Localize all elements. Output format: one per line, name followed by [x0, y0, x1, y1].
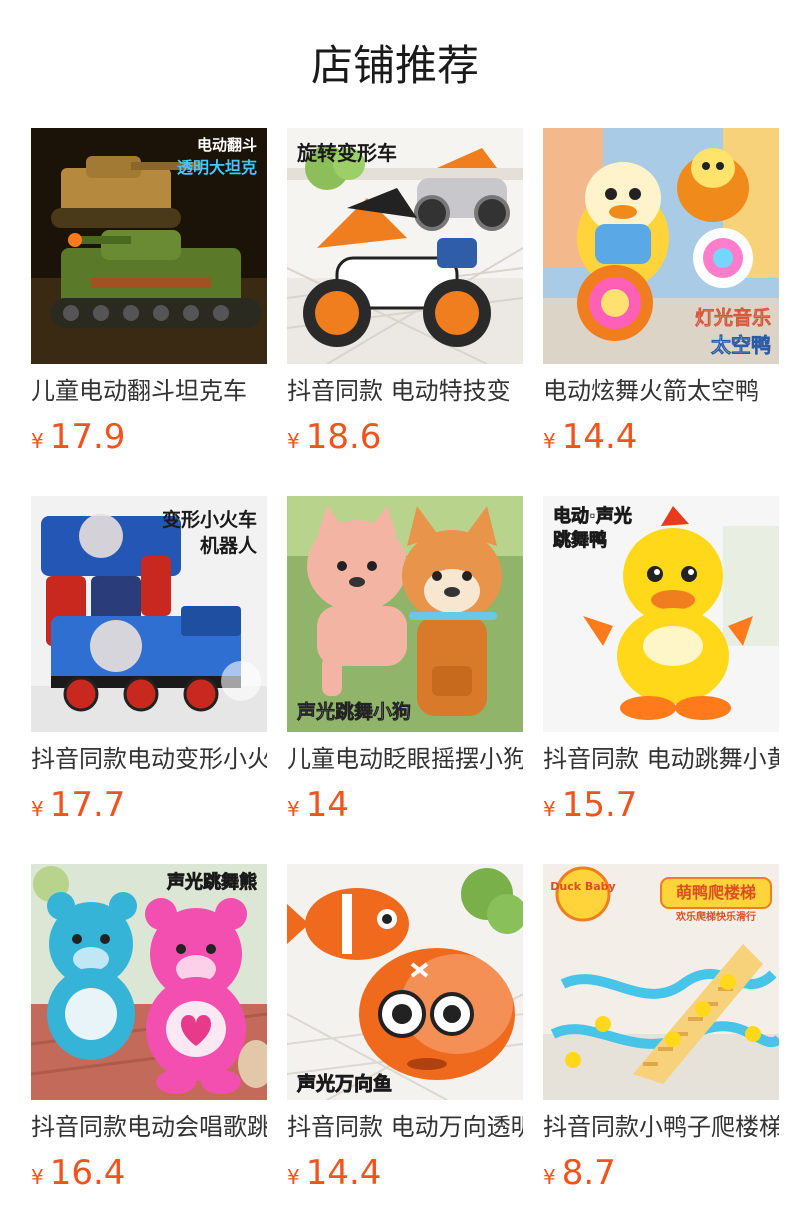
product-price: ¥18.6 — [287, 414, 523, 460]
product-price: ¥8.7 — [543, 1150, 779, 1196]
price-amount: 18.6 — [305, 417, 382, 457]
product-title[interactable]: 电动炫舞火箭太空鸭 — [543, 374, 779, 408]
product-price: ¥17.9 — [31, 414, 267, 460]
tank-toy-image[interactable]: 电动翻斗 透明大坦克 — [31, 128, 267, 364]
currency-symbol: ¥ — [287, 797, 300, 821]
dancing-duck-toy-image[interactable]: 电动·声光 跳舞鸭 — [543, 496, 779, 732]
price-amount: 8.7 — [561, 1153, 616, 1193]
fish-image-caption: 声光万向鱼 — [296, 1072, 392, 1095]
train-robot-toy-image[interactable]: 变形小火车 机器人 — [31, 496, 267, 732]
product-grid: 电动翻斗 透明大坦克 儿童电动翻斗坦克车 ¥17.9 旋转变形车 抖音同款 电动… — [31, 128, 779, 1200]
price-amount: 14.4 — [561, 417, 638, 457]
product-card[interactable]: 变形小火车 机器人 抖音同款电动变形小火 ¥17.7 — [31, 496, 267, 832]
tank-image-caption-1: 电动翻斗 — [197, 136, 257, 154]
product-price: ¥17.7 — [31, 782, 267, 828]
product-title[interactable]: 儿童电动眨眼摇摆小狗 — [287, 742, 523, 776]
product-card[interactable]: 声光跳舞熊 抖音同款电动会唱歌跳 ¥16.4 — [31, 864, 267, 1200]
duck-image-caption-2: 跳舞鸭 — [553, 529, 607, 551]
product-price: ¥15.7 — [543, 782, 779, 828]
duck-stairs-toy-image[interactable]: Duck Baby 萌鸭爬楼梯 欢乐爬梯快乐滑行 — [543, 864, 779, 1100]
product-card[interactable]: Duck Baby 萌鸭爬楼梯 欢乐爬梯快乐滑行 抖音同款小鸭子爬楼梯 ¥8.7 — [543, 864, 779, 1200]
product-price: ¥14 — [287, 782, 523, 828]
product-card[interactable]: 电动翻斗 透明大坦克 儿童电动翻斗坦克车 ¥17.9 — [31, 128, 267, 464]
product-title[interactable]: 抖音同款 电动特技变 — [287, 374, 523, 408]
duck-baby-logo: Duck Baby — [550, 880, 615, 893]
space-duck-image-caption-2: 太空鸭 — [711, 333, 771, 357]
product-title[interactable]: 抖音同款电动会唱歌跳 — [31, 1110, 267, 1144]
price-amount: 15.7 — [561, 785, 638, 825]
currency-symbol: ¥ — [543, 429, 556, 453]
currency-symbol: ¥ — [31, 1165, 44, 1189]
fish-toy-image[interactable]: 声光万向鱼 — [287, 864, 523, 1100]
product-card[interactable]: 灯光音乐 太空鸭 电动炫舞火箭太空鸭 ¥14.4 — [543, 128, 779, 464]
space-duck-toy-image[interactable]: 灯光音乐 太空鸭 — [543, 128, 779, 364]
product-title[interactable]: 儿童电动翻斗坦克车 — [31, 374, 267, 408]
motorcycle-image-caption: 旋转变形车 — [296, 141, 397, 165]
price-amount: 14 — [305, 785, 349, 825]
train-image-caption-2: 机器人 — [200, 535, 258, 557]
product-card[interactable]: 旋转变形车 抖音同款 电动特技变 ¥18.6 — [287, 128, 523, 464]
product-card[interactable]: 声光万向鱼 抖音同款 电动万向透明 ¥14.4 — [287, 864, 523, 1200]
dog-image-caption: 声光跳舞小狗 — [296, 700, 411, 723]
product-card[interactable]: 声光跳舞小狗 儿童电动眨眼摇摆小狗 ¥14 — [287, 496, 523, 832]
product-card[interactable]: 电动·声光 跳舞鸭 抖音同款 电动跳舞小黄 ¥15.7 — [543, 496, 779, 832]
price-amount: 17.9 — [49, 417, 126, 457]
bear-image-caption: 声光跳舞熊 — [166, 871, 257, 893]
product-price: ¥14.4 — [543, 414, 779, 460]
price-amount: 17.7 — [49, 785, 126, 825]
currency-symbol: ¥ — [31, 429, 44, 453]
product-price: ¥16.4 — [31, 1150, 267, 1196]
motorcycle-toy-image[interactable]: 旋转变形车 — [287, 128, 523, 364]
product-title[interactable]: 抖音同款 电动万向透明 — [287, 1110, 523, 1144]
product-price: ¥14.4 — [287, 1150, 523, 1196]
bear-toy-image[interactable]: 声光跳舞熊 — [31, 864, 267, 1100]
currency-symbol: ¥ — [543, 1165, 556, 1189]
currency-symbol: ¥ — [31, 797, 44, 821]
price-amount: 14.4 — [305, 1153, 382, 1193]
stairs-image-caption-1: 萌鸭爬楼梯 — [676, 883, 756, 902]
product-title[interactable]: 抖音同款 电动跳舞小黄 — [543, 742, 779, 776]
currency-symbol: ¥ — [287, 1165, 300, 1189]
currency-symbol: ¥ — [543, 797, 556, 821]
product-title[interactable]: 抖音同款电动变形小火 — [31, 742, 267, 776]
duck-image-caption-1: 电动·声光 — [553, 505, 632, 527]
dog-toy-image[interactable]: 声光跳舞小狗 — [287, 496, 523, 732]
page-title: 店铺推荐 — [310, 41, 479, 90]
train-image-caption-1: 变形小火车 — [162, 508, 257, 531]
stairs-image-caption-2: 欢乐爬梯快乐滑行 — [675, 910, 756, 923]
tank-image-caption-2: 透明大坦克 — [177, 158, 257, 177]
product-title[interactable]: 抖音同款小鸭子爬楼梯 — [543, 1110, 779, 1144]
space-duck-image-caption-1: 灯光音乐 — [695, 306, 771, 329]
price-amount: 16.4 — [49, 1153, 126, 1193]
currency-symbol: ¥ — [287, 429, 300, 453]
